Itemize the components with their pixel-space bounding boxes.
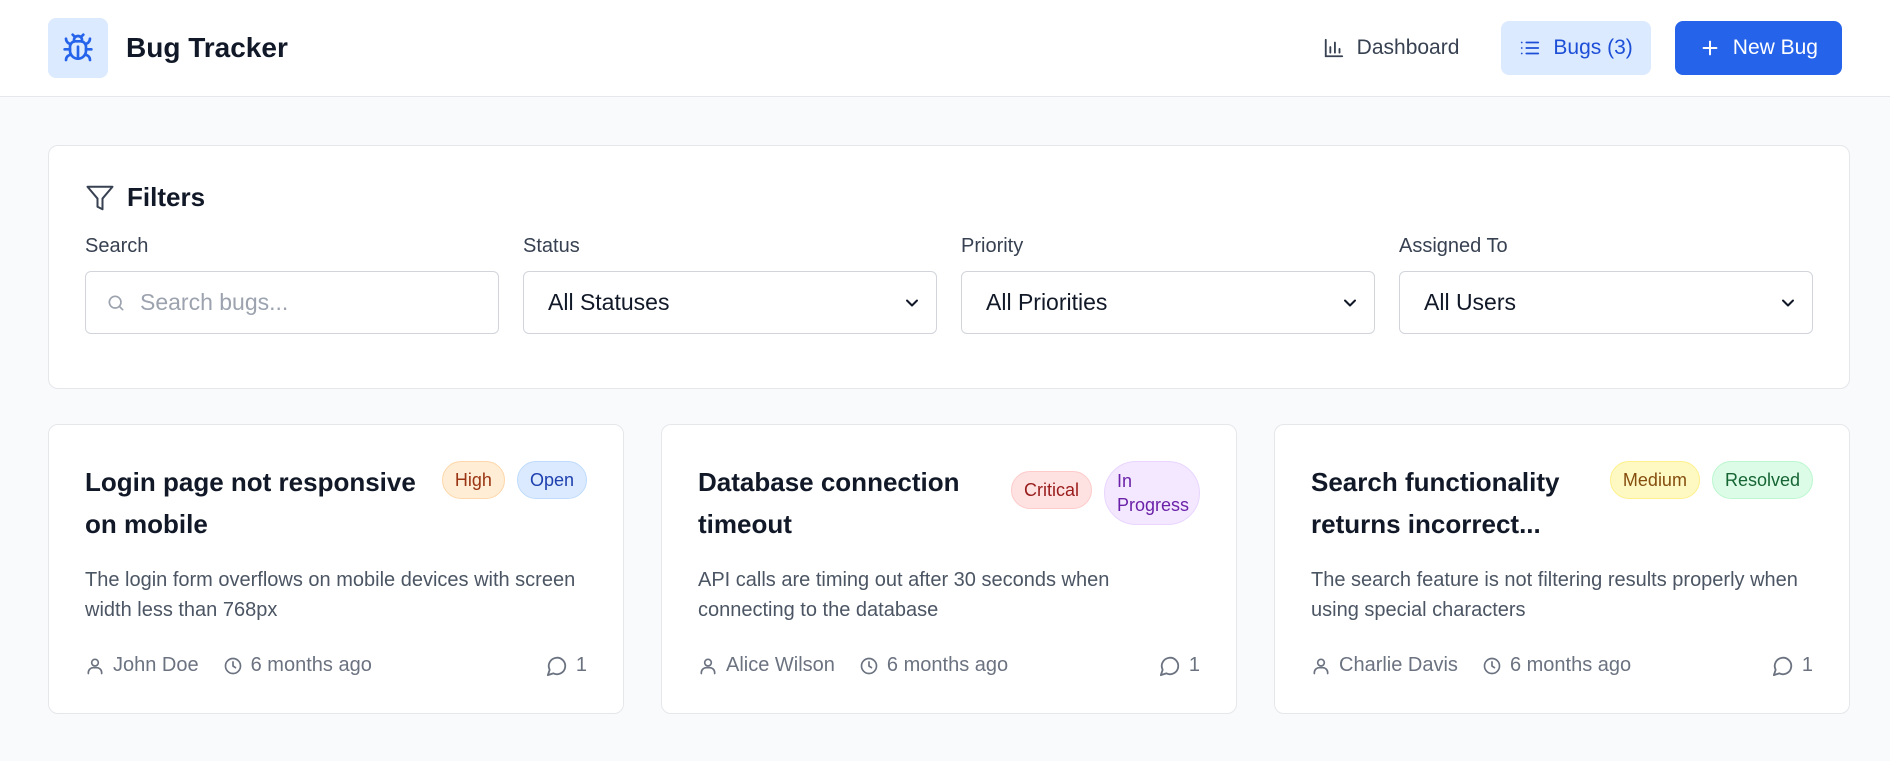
bug-card-header: Login page not responsive on mobile High… xyxy=(85,461,587,545)
app-title: Bug Tracker xyxy=(126,32,288,63)
filter-grid: Search Status All Statuses Priority All … xyxy=(85,235,1813,334)
chevron-down-icon xyxy=(906,299,918,306)
bug-card-header: Database connection timeout Critical In … xyxy=(698,461,1200,545)
filters-panel: Filters Search Status All Statuses Prior… xyxy=(48,145,1850,389)
assignee: Alice Wilson xyxy=(698,654,835,677)
bug-card[interactable]: Login page not responsive on mobile High… xyxy=(48,424,624,714)
priority-select-value: All Priorities xyxy=(986,289,1108,315)
clock-icon xyxy=(1483,657,1501,674)
time-text: 6 months ago xyxy=(250,654,372,676)
priority-badge: Critical xyxy=(1010,471,1092,509)
bug-card[interactable]: Search functionality returns incorrect..… xyxy=(1274,424,1850,714)
bug-meta: John Doe 6 months ago xyxy=(85,654,372,677)
user-icon xyxy=(700,658,716,674)
status-badge: Resolved xyxy=(1711,461,1813,499)
status-select[interactable]: All Statuses xyxy=(523,271,937,334)
assignee: Charlie Davis xyxy=(1311,654,1458,677)
bug-title[interactable]: Login page not responsive on mobile xyxy=(85,461,425,545)
bug-badges: Critical In Progress xyxy=(1010,461,1200,525)
created-time: 6 months ago xyxy=(859,654,1008,677)
assignee-name: Alice Wilson xyxy=(726,654,835,676)
comment-count-text: 1 xyxy=(1801,654,1813,676)
time-text: 6 months ago xyxy=(1509,654,1632,676)
bug-meta: Alice Wilson 6 months ago xyxy=(698,654,1008,677)
assigned-select[interactable]: All Users xyxy=(1399,271,1813,334)
list-icon xyxy=(1521,41,1540,55)
brand: Bug Tracker xyxy=(48,18,288,78)
status-select-value: All Statuses xyxy=(548,289,670,315)
bug-description: API calls are timing out after 30 second… xyxy=(698,569,1110,621)
comment-count-text: 1 xyxy=(575,654,587,676)
nav-bugs-button[interactable]: Bugs (3) xyxy=(1501,21,1651,75)
time-text: 6 months ago xyxy=(886,654,1009,676)
bug-title[interactable]: Database connection timeout xyxy=(698,461,998,545)
bug-icon xyxy=(63,33,93,62)
status-badge: Open xyxy=(516,461,587,499)
priority-label: Priority xyxy=(961,235,1024,257)
comment-count[interactable]: 1 xyxy=(546,654,587,677)
created-time: 6 months ago xyxy=(223,654,372,677)
bug-list: Login page not responsive on mobile High… xyxy=(48,424,1850,714)
bug-card-footer: John Doe 6 months ago 1 xyxy=(85,654,587,677)
comment-icon xyxy=(1159,656,1180,676)
comment-count[interactable]: 1 xyxy=(1159,654,1200,677)
bug-badges: Medium Resolved xyxy=(1609,461,1813,499)
nav-dashboard-button[interactable]: Dashboard xyxy=(1305,21,1478,75)
bug-card-header: Search functionality returns incorrect..… xyxy=(1311,461,1813,545)
user-icon xyxy=(87,658,103,674)
bug-meta: Charlie Davis 6 months ago xyxy=(1311,654,1631,677)
filter-assigned: Assigned To All Users xyxy=(1399,235,1813,334)
status-label: Status xyxy=(523,235,580,257)
filters-title: Filters xyxy=(127,182,206,212)
bug-card-footer: Alice Wilson 6 months ago 1 xyxy=(698,654,1200,677)
nav-dashboard-label: Dashboard xyxy=(1356,36,1460,59)
bar-chart-icon xyxy=(1324,38,1343,58)
filter-search: Search xyxy=(85,235,499,334)
priority-select[interactable]: All Priorities xyxy=(961,271,1375,334)
filter-icon xyxy=(86,185,114,210)
plus-icon xyxy=(1702,40,1718,56)
assigned-label: Assigned To xyxy=(1399,235,1508,257)
bug-title[interactable]: Search functionality returns incorrect..… xyxy=(1311,461,1598,545)
main-nav: Dashboard Bugs (3) New Bug xyxy=(1305,21,1842,75)
comment-icon xyxy=(1772,656,1793,676)
clock-icon xyxy=(224,657,241,674)
new-bug-button[interactable]: New Bug xyxy=(1674,21,1842,75)
assigned-select-value: All Users xyxy=(1424,289,1517,315)
comment-count-text: 1 xyxy=(1188,654,1200,676)
comment-icon xyxy=(546,656,567,676)
assignee-name: Charlie Davis xyxy=(1339,654,1458,676)
search-field xyxy=(85,271,499,334)
chevron-down-icon xyxy=(1344,299,1356,306)
clock-icon xyxy=(860,657,878,674)
bug-card[interactable]: Database connection timeout Critical In … xyxy=(661,424,1237,714)
new-bug-label: New Bug xyxy=(1732,36,1818,59)
nav-bugs-label: Bugs (3) xyxy=(1553,36,1633,59)
app-header: Bug Tracker Dashboard Bugs (3) New Bug xyxy=(0,0,1890,97)
bug-description: The login form overflows on mobile devic… xyxy=(85,569,576,621)
created-time: 6 months ago xyxy=(1482,654,1631,677)
comment-count[interactable]: 1 xyxy=(1772,654,1813,677)
bug-badges: High Open xyxy=(441,461,587,499)
assignee-name: John Doe xyxy=(113,654,199,676)
filter-status: Status All Statuses xyxy=(523,235,937,334)
bug-description: The search feature is not filtering resu… xyxy=(1311,569,1798,621)
chevron-down-icon xyxy=(1782,299,1794,306)
assignee: John Doe xyxy=(85,654,199,677)
search-label: Search xyxy=(85,235,149,257)
app-logo xyxy=(48,18,108,78)
priority-badge: High xyxy=(441,461,505,499)
filter-priority: Priority All Priorities xyxy=(961,235,1375,334)
user-icon xyxy=(1313,658,1329,674)
status-badge: In Progress xyxy=(1104,461,1200,525)
filters-header: Filters xyxy=(85,182,1813,213)
search-icon xyxy=(108,295,124,310)
search-input[interactable] xyxy=(139,289,478,316)
bug-card-footer: Charlie Davis 6 months ago 1 xyxy=(1311,654,1813,677)
priority-badge: Medium xyxy=(1609,461,1700,499)
